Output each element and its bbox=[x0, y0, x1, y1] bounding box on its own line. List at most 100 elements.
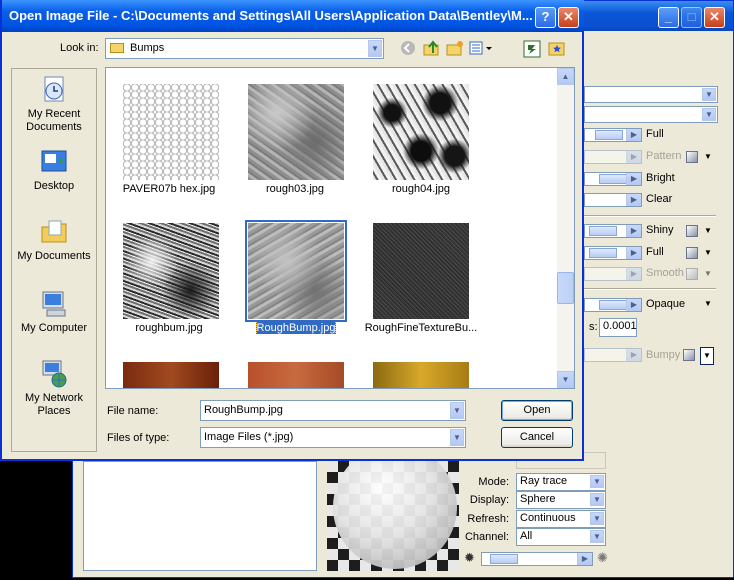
file-name: PAVER07b hex.jpg bbox=[122, 183, 216, 195]
documents-folder-icon bbox=[39, 217, 69, 247]
help-button[interactable]: ? bbox=[535, 7, 556, 28]
chevron-down-icon: ▼ bbox=[450, 402, 464, 419]
file-item[interactable]: rough03.jpg bbox=[232, 68, 358, 208]
clock-document-icon bbox=[39, 75, 69, 105]
chevron-down-icon: ▼ bbox=[590, 493, 604, 506]
place-my-documents[interactable]: My Documents bbox=[12, 217, 96, 263]
divider bbox=[584, 288, 716, 290]
file-list[interactable]: PAVER07b hex.jpg rough03.jpg rough04.jpg… bbox=[105, 67, 575, 389]
new-folder-icon[interactable] bbox=[446, 40, 464, 58]
cube-icon[interactable] bbox=[686, 225, 698, 237]
slider-thumb[interactable] bbox=[589, 226, 617, 236]
display-label: Display: bbox=[469, 494, 509, 506]
file-item[interactable]: PAVER07b hex.jpg bbox=[106, 68, 232, 208]
place-desktop[interactable]: Desktop bbox=[12, 147, 96, 193]
file-thumbnail[interactable] bbox=[123, 362, 219, 388]
places-bar: My Recent Documents Desktop My Documents… bbox=[11, 68, 97, 452]
scroll-up-icon[interactable]: ▲ bbox=[557, 68, 574, 85]
file-thumbnail bbox=[123, 223, 219, 319]
cube-icon[interactable] bbox=[683, 349, 695, 361]
chevron-down-icon[interactable]: ▼ bbox=[704, 269, 712, 278]
place-my-computer[interactable]: My Computer bbox=[12, 289, 96, 335]
slider-full-2[interactable]: ▶ bbox=[584, 246, 642, 260]
row-label: Full bbox=[646, 246, 664, 258]
channel-select[interactable]: All ▼ bbox=[516, 528, 606, 546]
place-network-places[interactable]: My Network Places bbox=[12, 359, 96, 418]
look-in-label: Look in: bbox=[60, 42, 99, 54]
material-list[interactable] bbox=[83, 461, 317, 571]
chevron-right-icon: ▶ bbox=[626, 299, 641, 311]
place-recent-documents[interactable]: My Recent Documents bbox=[12, 75, 96, 134]
slider-full[interactable]: ▶ bbox=[584, 128, 642, 142]
up-folder-icon[interactable] bbox=[423, 40, 441, 58]
value-field[interactable]: 0.0001 bbox=[599, 318, 637, 337]
file-thumbnail[interactable] bbox=[248, 362, 344, 388]
dialog-title: Open Image File - C:\Documents and Setti… bbox=[9, 8, 533, 23]
file-item[interactable]: roughbum.jpg bbox=[106, 208, 232, 346]
chevron-right-icon: ▶ bbox=[626, 225, 641, 237]
chevron-right-icon: ▶ bbox=[577, 553, 592, 565]
file-name: RoughBump.jpg bbox=[255, 322, 337, 334]
back-icon[interactable] bbox=[400, 40, 418, 58]
slider-shiny[interactable]: ▶ bbox=[584, 224, 642, 238]
file-item-selected[interactable]: RoughBump.jpg bbox=[232, 208, 358, 346]
divider bbox=[584, 215, 716, 217]
sun-bright-icon: ✺ bbox=[597, 550, 608, 565]
row-label: Bumpy bbox=[646, 349, 681, 361]
slider-thumb[interactable] bbox=[599, 174, 627, 184]
chevron-down-icon[interactable]: ▼ bbox=[704, 152, 712, 161]
slider-thumb[interactable] bbox=[599, 300, 627, 310]
views-menu-icon[interactable] bbox=[469, 40, 493, 58]
minimize-button[interactable]: _ bbox=[658, 7, 679, 28]
slider-thumb[interactable] bbox=[490, 554, 518, 564]
files-of-type-select[interactable]: Image Files (*.jpg) ▼ bbox=[200, 427, 466, 448]
chevron-right-icon: ▶ bbox=[626, 268, 641, 280]
slider-bright[interactable]: ▶ bbox=[584, 172, 642, 186]
file-thumbnail bbox=[373, 223, 469, 319]
scroll-thumb[interactable] bbox=[557, 272, 574, 304]
display-select[interactable]: Sphere ▼ bbox=[516, 491, 606, 509]
files-of-type-label: Files of type: bbox=[107, 432, 170, 444]
refresh-icon[interactable] bbox=[523, 40, 541, 58]
look-in-select[interactable]: Bumps ▼ bbox=[105, 38, 384, 59]
refresh-label: Refresh: bbox=[467, 513, 509, 525]
row-label: Clear bbox=[646, 193, 673, 205]
refresh-select[interactable]: Continuous ▼ bbox=[516, 510, 606, 528]
top-combo-2[interactable]: ▼ bbox=[584, 106, 718, 123]
background-close-button[interactable]: ✕ bbox=[704, 7, 725, 28]
scroll-down-icon[interactable]: ▼ bbox=[557, 371, 574, 388]
maximize-button[interactable]: □ bbox=[681, 7, 702, 28]
file-thumbnail[interactable] bbox=[373, 362, 469, 388]
open-button[interactable]: Open bbox=[501, 400, 573, 421]
row-label: Bright bbox=[646, 172, 675, 184]
dialog-close-button[interactable]: ✕ bbox=[558, 7, 579, 28]
dialog-title-bar: Open Image File - C:\Documents and Setti… bbox=[2, 0, 584, 32]
mode-select[interactable]: Ray trace ▼ bbox=[516, 473, 606, 491]
file-name: RoughFineTextureBu... bbox=[364, 322, 478, 334]
slider-bumpy[interactable]: ▶ bbox=[584, 348, 642, 362]
cancel-button[interactable]: Cancel bbox=[501, 427, 573, 448]
slider-smooth[interactable]: ▶ bbox=[584, 267, 642, 281]
chevron-down-icon[interactable]: ▼ bbox=[700, 347, 714, 365]
chevron-down-icon[interactable]: ▼ bbox=[704, 248, 712, 257]
slider-opaque[interactable]: ▶ bbox=[584, 298, 642, 312]
network-globe-icon bbox=[39, 359, 69, 389]
file-item[interactable]: rough04.jpg bbox=[358, 68, 484, 208]
slider-pattern[interactable]: ▶ bbox=[584, 150, 642, 164]
folder-icon bbox=[110, 43, 124, 53]
cube-icon[interactable] bbox=[686, 151, 698, 163]
file-item[interactable]: RoughFineTextureBu... bbox=[358, 208, 484, 346]
slider-clear[interactable]: ▶ bbox=[584, 193, 642, 207]
file-list-scrollbar[interactable]: ▲ ▼ bbox=[557, 68, 574, 388]
top-combo-1[interactable]: ▼ bbox=[584, 86, 718, 103]
favorite-folder-icon[interactable] bbox=[548, 40, 566, 58]
chevron-down-icon: ▼ bbox=[590, 475, 604, 488]
cube-icon[interactable] bbox=[686, 247, 698, 259]
cube-icon[interactable] bbox=[686, 268, 698, 280]
slider-thumb[interactable] bbox=[589, 248, 617, 258]
chevron-down-icon[interactable]: ▼ bbox=[704, 299, 712, 308]
slider-thumb[interactable] bbox=[595, 130, 623, 140]
file-name-input[interactable]: RoughBump.jpg ▼ bbox=[200, 400, 466, 421]
chevron-down-icon[interactable]: ▼ bbox=[704, 226, 712, 235]
brightness-slider[interactable]: ▶ bbox=[481, 552, 593, 566]
